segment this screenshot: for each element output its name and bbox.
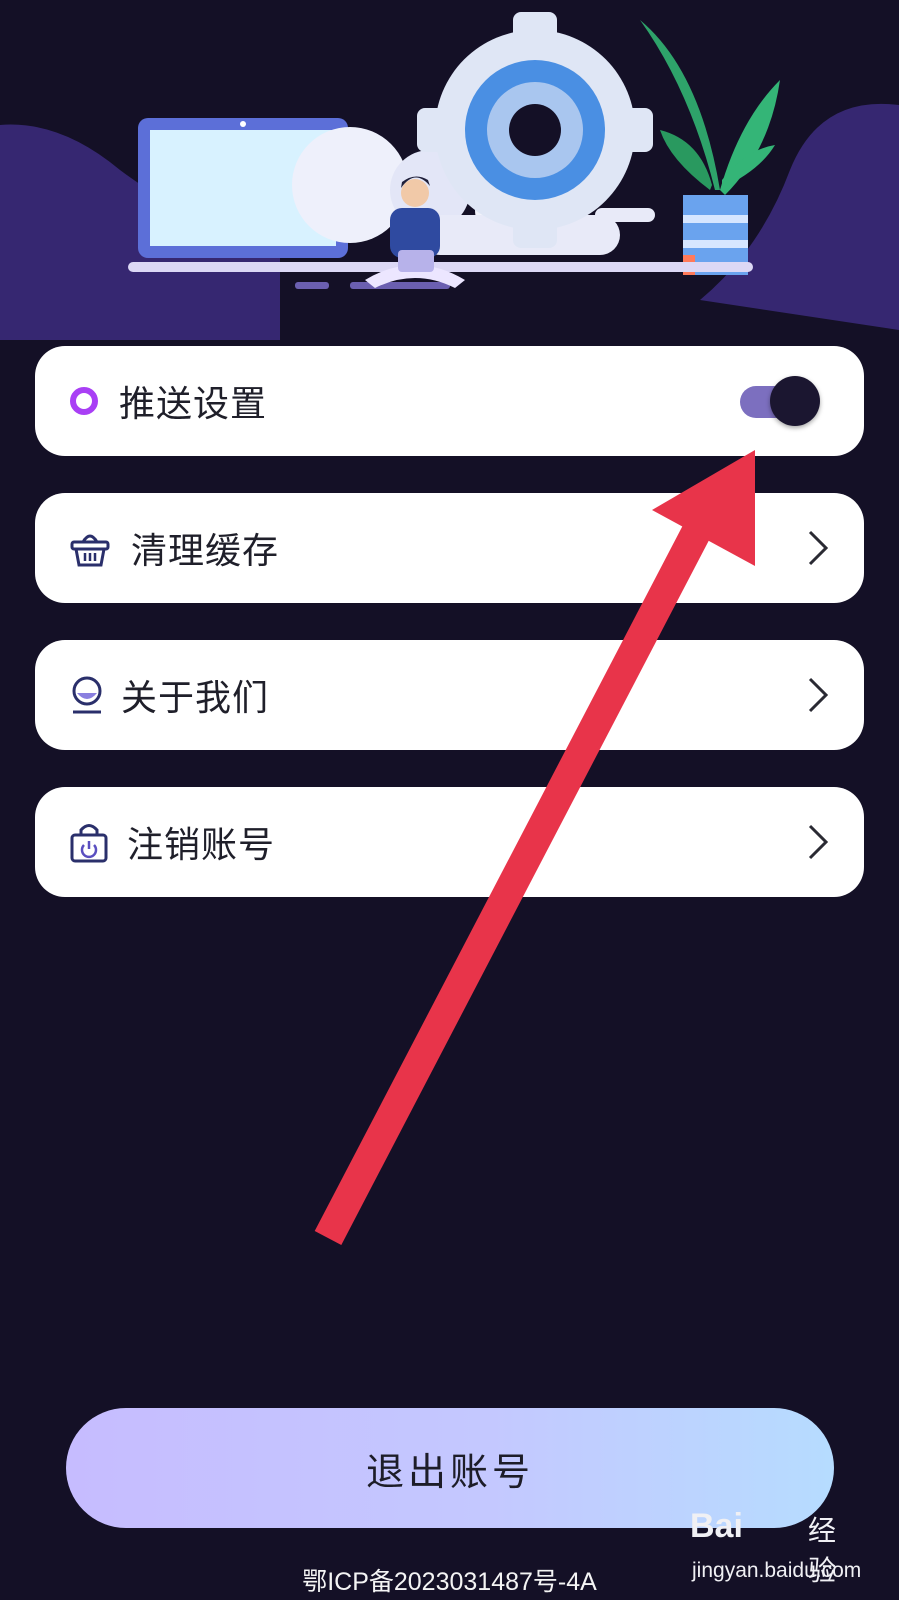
settings-item-label: 推送设置 xyxy=(119,384,268,425)
toggle-knob xyxy=(770,376,820,426)
icp-footer: 鄂ICP备2023031487号-4A xyxy=(302,1568,597,1596)
lock-power-icon xyxy=(70,824,108,863)
settings-item-label: 清理缓存 xyxy=(131,531,280,572)
watermark-brand: Bai xyxy=(690,1507,743,1545)
push-toggle[interactable] xyxy=(740,376,820,426)
basket-icon xyxy=(70,534,110,567)
chevron-right-icon xyxy=(808,824,829,860)
settings-item-push[interactable]: 推送设置 xyxy=(35,346,864,456)
profile-badge-icon xyxy=(72,676,102,714)
hero-illustration xyxy=(0,12,899,340)
radio-ring-icon xyxy=(70,387,98,415)
settings-item-delete-account[interactable]: 注销账号 xyxy=(35,787,864,897)
chevron-right-icon xyxy=(808,677,829,713)
settings-item-label: 关于我们 xyxy=(121,678,270,719)
chevron-right-icon xyxy=(808,530,829,566)
settings-item-about[interactable]: 关于我们 xyxy=(35,640,864,750)
settings-item-label: 注销账号 xyxy=(127,825,276,866)
settings-item-clear-cache[interactable]: 清理缓存 xyxy=(35,493,864,603)
